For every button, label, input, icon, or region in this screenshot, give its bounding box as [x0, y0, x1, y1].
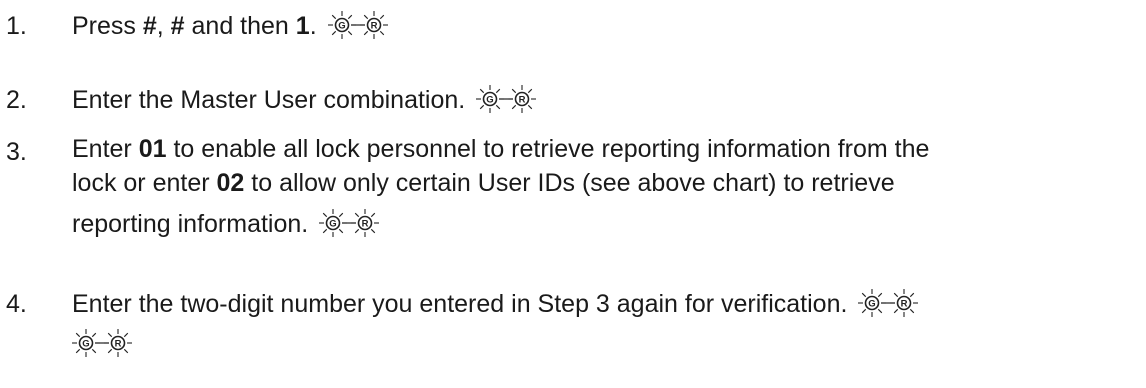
step-number: 2. [6, 86, 27, 114]
text-run: Enter the Master User combination. [72, 86, 466, 114]
step-line: Enter the two-digit number you entered i… [72, 284, 920, 324]
svg-text:R: R [362, 219, 369, 230]
svg-text:G: G [869, 299, 876, 310]
step-line: Enter the Master User combination. GR [72, 80, 538, 120]
led-pair-graphic: GR [72, 329, 132, 358]
text-run: reporting information. [72, 210, 309, 238]
text-run: . [309, 12, 317, 40]
step-text: Enter 01 to enable all lock personnel to… [72, 132, 929, 244]
led-pair-graphic: GR [476, 85, 537, 114]
led-pair-graphic: GR [327, 11, 388, 40]
key-hash: # [170, 12, 185, 40]
step-number: 1. [6, 12, 27, 40]
code-02: 02 [216, 169, 245, 197]
step-text: Enter the two-digit number you entered i… [72, 284, 920, 364]
green-red-led-flash-icon: GR [856, 287, 920, 319]
green-red-led-flash-icon: GR [326, 9, 390, 41]
svg-text:G: G [338, 21, 345, 32]
svg-text:R: R [519, 95, 526, 106]
led-pair-graphic: GR [319, 209, 380, 238]
step-line: Enter 01 to enable all lock personnel to… [72, 132, 929, 166]
text-run: Press [72, 12, 143, 40]
text-run: , [156, 12, 171, 40]
text-run: and then [184, 12, 296, 40]
text-run: to enable all lock personnel to retrieve… [166, 135, 930, 163]
svg-text:R: R [370, 21, 377, 32]
green-red-led-flash-icon: GR [317, 207, 381, 239]
svg-text:R: R [901, 299, 908, 310]
step-line: Press #, # and then 1. GR [72, 6, 390, 46]
green-red-led-flash-icon: GR [474, 83, 538, 115]
text-run: Enter the two-digit number you entered i… [72, 290, 848, 318]
step-number: 3. [6, 138, 27, 166]
step-number: 4. [6, 290, 27, 318]
text-run: lock or enter [72, 169, 217, 197]
step-line: reporting information. GR [72, 204, 929, 244]
led-pair-graphic: GR [858, 289, 919, 318]
svg-text:R: R [115, 339, 122, 350]
svg-text:G: G [329, 219, 336, 230]
text-run: Enter [72, 135, 139, 163]
step-line: lock or enter 02 to allow only certain U… [72, 166, 929, 204]
text-run: to allow only certain User IDs (see abov… [244, 169, 895, 197]
key-hash: # [142, 12, 157, 40]
code-01: 01 [138, 135, 167, 163]
step-line: GR [72, 324, 920, 364]
step-text: Press #, # and then 1. GR [72, 6, 390, 46]
key-1: 1 [295, 12, 310, 40]
step-text: Enter the Master User combination. GR [72, 80, 538, 120]
green-red-led-flash-icon: GR [70, 327, 134, 359]
svg-text:G: G [486, 95, 493, 106]
svg-text:G: G [82, 339, 89, 350]
